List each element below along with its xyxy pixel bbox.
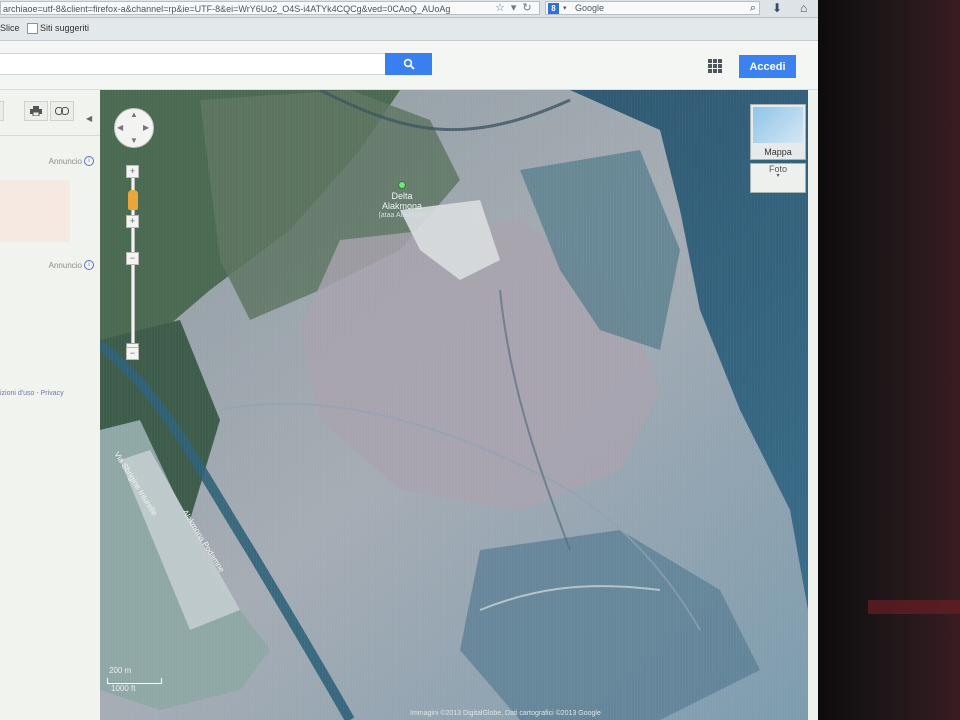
terms-privacy-links[interactable]: izioni d'uso - Privacy	[0, 390, 64, 397]
pan-up-icon[interactable]: ▲	[130, 110, 138, 119]
browser-toolbar: archiaoe=utf-8&client=firefox-a&channel=…	[0, 0, 818, 18]
bookmark-page-icon	[27, 23, 38, 34]
ad-label: Annuncio i	[49, 156, 94, 166]
photo-layer-button[interactable]: Foto ▾	[750, 163, 806, 193]
panel-toolbar: ◀	[0, 100, 100, 123]
home-icon[interactable]: ⌂	[800, 1, 807, 15]
zoom-step-button[interactable]: −	[126, 252, 139, 265]
satellite-map[interactable]: ▲ ▼ ◀ ▶ + + − − Mappa Foto ▾ Delta Alakm…	[100, 90, 808, 720]
street-view-pegman-icon[interactable]	[128, 190, 138, 210]
monitor-bezel	[818, 0, 960, 720]
place-name: Alakmona	[381, 201, 423, 211]
place-subtitle: (ataa Alakmon)	[378, 212, 426, 219]
map-scale: 200 m 1000 ft	[107, 666, 167, 696]
pan-down-icon[interactable]: ▼	[130, 136, 138, 145]
download-icon[interactable]: ⬇	[772, 1, 782, 15]
ad-label: Annuncio i	[49, 260, 94, 270]
maps-search-button[interactable]	[385, 53, 432, 75]
collapse-panel-icon[interactable]: ◀	[86, 114, 92, 123]
search-icon[interactable]: ⌕	[750, 2, 756, 15]
maps-header: Accedi	[0, 41, 818, 90]
info-icon[interactable]: i	[84, 260, 94, 270]
panel-button[interactable]	[0, 101, 4, 121]
map-thumbnail-icon	[753, 107, 803, 143]
apps-grid-icon[interactable]	[708, 59, 722, 73]
scale-imperial: 1000 ft	[111, 684, 136, 693]
address-bar[interactable]: archiaoe=utf-8&client=firefox-a&channel=…	[0, 1, 540, 15]
info-icon[interactable]: i	[84, 156, 94, 166]
link-button[interactable]	[50, 101, 74, 121]
satellite-imagery	[100, 90, 808, 720]
address-bar-icons: ☆ ▾ ↻	[495, 1, 532, 15]
link-icon	[55, 107, 69, 115]
ad-block[interactable]	[0, 180, 70, 242]
bookmark-suggested-sites[interactable]: Siti suggeriti	[40, 23, 89, 33]
map-attribution: Immagini ©2013 DigitalGlobe, Dati cartog…	[410, 710, 601, 717]
chevron-down-icon: ▾	[776, 173, 780, 179]
engine-dropdown-icon[interactable]: ▾	[563, 2, 567, 15]
background-glow	[868, 600, 960, 614]
left-panel: ◀ Annuncio i Annuncio i izioni d'uso - P…	[0, 90, 100, 720]
browser-search-box[interactable]: 8 ▾ Google ⌕	[545, 1, 760, 15]
bookmark-star-icon[interactable]: ☆	[495, 1, 505, 15]
map-type-toggle[interactable]: Mappa	[750, 104, 806, 160]
maps-search-input[interactable]	[0, 53, 386, 75]
bookmarks-bar: Slice Siti suggeriti	[0, 18, 818, 41]
zoom-step-button[interactable]: +	[126, 215, 139, 228]
ad-label-text: Annuncio	[48, 156, 82, 166]
pan-right-icon[interactable]: ▶	[143, 123, 149, 132]
zoom-control: + + − −	[126, 165, 140, 360]
pan-control[interactable]: ▲ ▼ ◀ ▶	[114, 108, 154, 148]
print-icon	[30, 106, 42, 116]
signin-button[interactable]: Accedi	[739, 55, 796, 78]
print-button[interactable]	[24, 101, 48, 121]
scale-metric: 200 m	[109, 666, 132, 675]
place-name: Delta	[391, 191, 413, 201]
bookmark-slice[interactable]: Slice	[0, 23, 20, 33]
place-marker[interactable]: Delta Alakmona (ataa Alakmon)	[362, 181, 442, 221]
search-engine-icon[interactable]: 8	[548, 3, 559, 14]
zoom-out-button[interactable]: −	[126, 347, 139, 360]
zoom-in-button[interactable]: +	[126, 165, 139, 178]
panel-divider	[0, 135, 100, 136]
ad-label-text: Annuncio	[48, 260, 82, 270]
map-type-label: Mappa	[764, 147, 792, 157]
place-dot-icon[interactable]	[398, 181, 406, 189]
search-placeholder: Google	[575, 3, 605, 13]
pan-left-icon[interactable]: ◀	[117, 123, 123, 132]
dropdown-arrow-icon[interactable]: ▾	[511, 1, 517, 15]
reload-icon[interactable]: ↻	[522, 1, 531, 15]
browser-window: archiaoe=utf-8&client=firefox-a&channel=…	[0, 0, 818, 720]
search-icon	[403, 58, 415, 70]
